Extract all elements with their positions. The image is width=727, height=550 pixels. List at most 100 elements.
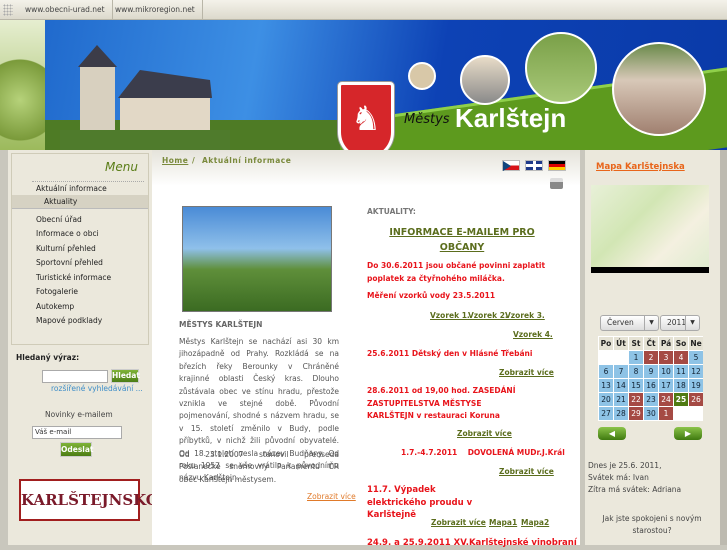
calendar-day[interactable]: 9 bbox=[644, 365, 658, 378]
year-select[interactable]: 2011 ▼ bbox=[660, 315, 700, 331]
map2-link[interactable]: Mapa2 bbox=[521, 518, 549, 527]
news-heading: AKTUALITY: bbox=[367, 207, 416, 216]
next-month-button[interactable]: ▶ bbox=[674, 427, 702, 440]
photo-golf bbox=[525, 32, 597, 104]
news-more-link[interactable]: Zobrazit více bbox=[499, 368, 554, 377]
article-photo bbox=[182, 206, 332, 312]
tomorrow-nameday-text: Zítra má svátek: Adriana bbox=[588, 485, 682, 494]
calendar-day[interactable]: 16 bbox=[644, 379, 658, 392]
calendar-day[interactable]: 15 bbox=[629, 379, 643, 392]
calendar-day[interactable]: 11 bbox=[674, 365, 688, 378]
menu-item-aktuality[interactable]: Aktuality bbox=[12, 195, 148, 209]
print-icon[interactable] bbox=[550, 178, 563, 189]
calendar-day[interactable]: 10 bbox=[659, 365, 673, 378]
calendar-day[interactable]: 7 bbox=[614, 365, 628, 378]
map-title-link[interactable]: Mapa Karlštejnska bbox=[596, 162, 685, 172]
news-item: Měření vzorků vody 23.5.2011 bbox=[367, 291, 496, 300]
article-more-link[interactable]: Zobrazit více bbox=[307, 492, 356, 501]
calendar-day[interactable]: 13 bbox=[599, 379, 613, 392]
calendar-day[interactable]: 29 bbox=[629, 407, 643, 420]
top-bar: www.obecni-urad.net www.mikroregion.net bbox=[0, 0, 727, 20]
karlstejnsko-banner[interactable]: KARLŠTEJNSKO bbox=[19, 479, 159, 521]
menu-item-obecni-urad[interactable]: Obecní úřad bbox=[36, 215, 148, 224]
menu-item-informace-o-obci[interactable]: Informace o obci bbox=[36, 229, 148, 238]
weekday-header: Po bbox=[599, 337, 613, 350]
photo-train bbox=[460, 55, 510, 105]
breadcrumb-current: Aktuální informace bbox=[202, 156, 292, 165]
breadcrumb-separator: / bbox=[192, 156, 196, 165]
map-thumbnail[interactable] bbox=[591, 185, 709, 273]
menu-item-turisticke-informace[interactable]: Turistické informace bbox=[36, 273, 148, 282]
menu-item-aktualni-informace[interactable]: Aktuální informace bbox=[36, 184, 148, 193]
weekday-header: So bbox=[674, 337, 688, 350]
sample-3-link[interactable]: Vzorek 3. bbox=[505, 311, 545, 320]
news-email-info-link[interactable]: INFORMACE E-MAILEM PRO OBČANY bbox=[372, 225, 552, 255]
calendar-day[interactable]: 18 bbox=[674, 379, 688, 392]
calendar-day[interactable]: 1 bbox=[629, 351, 643, 364]
calendar-day[interactable]: 26 bbox=[689, 393, 703, 406]
calendar-day[interactable]: 6 bbox=[599, 365, 613, 378]
weekday-header: Ne bbox=[689, 337, 703, 350]
breadcrumb: Home / Aktuální informace bbox=[152, 150, 580, 186]
calendar-day[interactable]: 30 bbox=[644, 407, 658, 420]
calendar-day[interactable]: 3 bbox=[659, 351, 673, 364]
main-content: Home / Aktuální informace MĚSTYS KARLŠTE… bbox=[152, 150, 580, 548]
menu-item-mapove-podklady[interactable]: Mapové podklady bbox=[36, 316, 148, 325]
calendar-day[interactable]: 5 bbox=[689, 351, 703, 364]
menu-item-sportovni-prehled[interactable]: Sportovní přehled bbox=[36, 258, 148, 267]
grip-icon bbox=[3, 4, 13, 16]
menu-item-autokemp[interactable]: Autokemp bbox=[36, 302, 148, 311]
calendar-day[interactable]: 19 bbox=[689, 379, 703, 392]
article-heading: MĚSTYS KARLŠTEJN bbox=[179, 320, 263, 329]
news-item: 24.9. a 25.9.2011 XV.Karlštejnské vinobr… bbox=[367, 538, 577, 548]
calendar-day[interactable]: 24 bbox=[659, 393, 673, 406]
search-button[interactable]: Hledat bbox=[111, 369, 140, 383]
calendar-day[interactable]: 4 bbox=[674, 351, 688, 364]
calendar-day[interactable]: 27 bbox=[599, 407, 613, 420]
sample-1-link[interactable]: Vzorek 1. bbox=[430, 311, 470, 320]
map1-link[interactable]: Mapa1 bbox=[489, 518, 517, 527]
news-item: 28.6.2011 od 19,00 hod. ZASEDÁNÍ ZASTUPI… bbox=[367, 386, 516, 421]
calendar-day[interactable]: 2 bbox=[644, 351, 658, 364]
calendar-day[interactable]: 8 bbox=[629, 365, 643, 378]
calendar-day[interactable]: 17 bbox=[659, 379, 673, 392]
photo-house bbox=[408, 62, 436, 90]
advanced-search-link[interactable]: rozšířené vyhledávání ... bbox=[51, 384, 143, 393]
link-mikroregion[interactable]: www.mikroregion.net bbox=[108, 0, 203, 20]
month-value: Červen bbox=[607, 318, 634, 327]
link-obecni-urad[interactable]: www.obecni-urad.net bbox=[18, 0, 113, 20]
article-paragraph-2: Od 23.1.2007 stanovil předseda Poslaneck… bbox=[179, 450, 339, 484]
header-subtitle: Městys bbox=[404, 112, 450, 127]
menu-item-fotogalerie[interactable]: Fotogalerie bbox=[36, 287, 148, 296]
flag-german-icon[interactable] bbox=[548, 160, 566, 171]
prev-month-button[interactable]: ◀ bbox=[598, 427, 626, 440]
photo-shop bbox=[612, 42, 706, 136]
calendar-day[interactable]: 14 bbox=[614, 379, 628, 392]
subscribe-button[interactable]: Odeslat bbox=[60, 442, 94, 457]
calendar-empty bbox=[599, 351, 613, 364]
calendar-day[interactable]: 21 bbox=[614, 393, 628, 406]
calendar-day[interactable]: 20 bbox=[599, 393, 613, 406]
calendar-day[interactable]: 28 bbox=[614, 407, 628, 420]
right-sidebar: Mapa Karlštejnska Červen ▼ 2011 ▼ Po Út St Čt… bbox=[585, 150, 720, 545]
news-more-link[interactable]: Zobrazit více bbox=[499, 467, 554, 476]
newsletter-label: Novinky e-mailem bbox=[45, 410, 113, 419]
flag-czech-icon[interactable] bbox=[502, 160, 520, 171]
search-input[interactable] bbox=[42, 370, 108, 383]
month-select[interactable]: Červen ▼ bbox=[600, 315, 659, 331]
calendar-day[interactable]: 22 bbox=[629, 393, 643, 406]
calendar-day-today[interactable]: 25 bbox=[674, 393, 688, 406]
flag-english-icon[interactable] bbox=[525, 160, 543, 171]
news-more-link[interactable]: Zobrazit více bbox=[431, 518, 486, 527]
sample-4-link[interactable]: Vzorek 4. bbox=[513, 330, 553, 339]
news-more-link[interactable]: Zobrazit více bbox=[457, 429, 512, 438]
breadcrumb-home[interactable]: Home bbox=[162, 156, 188, 165]
calendar-day[interactable]: 1 bbox=[659, 407, 673, 420]
calendar-day[interactable]: 23 bbox=[644, 393, 658, 406]
coat-of-arms: ♞ bbox=[338, 82, 394, 150]
email-input[interactable]: Váš e-mail bbox=[32, 426, 122, 439]
calendar-day[interactable]: 12 bbox=[689, 365, 703, 378]
sample-2-link[interactable]: Vzorek 2. bbox=[468, 311, 508, 320]
menu-item-kulturni-prehled[interactable]: Kulturní přehled bbox=[36, 244, 148, 253]
header-title: Karlštejn bbox=[455, 103, 567, 133]
